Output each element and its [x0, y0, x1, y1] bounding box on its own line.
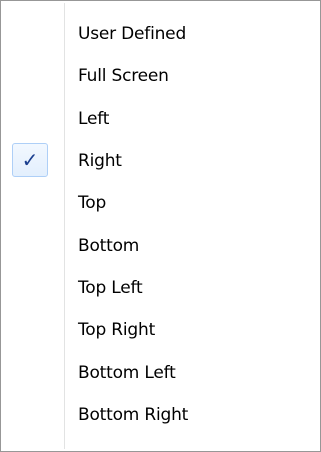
- menu-item-label: User Defined: [78, 23, 187, 44]
- menu-item-label: Full Screen: [78, 65, 169, 86]
- menu-item-top-right[interactable]: Top Right: [4, 309, 317, 350]
- menu-item-top-left[interactable]: Top Left: [4, 267, 317, 308]
- menu-item-label: Top: [78, 192, 107, 213]
- menu-item-label: Right: [78, 150, 122, 171]
- menu-item-label: Left: [78, 108, 110, 129]
- checkmark-icon: ✓: [21, 148, 39, 172]
- menu-item-bottom-left[interactable]: Bottom Left: [4, 352, 317, 393]
- context-menu: User Defined Full Screen Left ✓ Right To…: [0, 0, 321, 452]
- menu-item-full-screen[interactable]: Full Screen: [4, 55, 317, 96]
- menu-item-label: Top Right: [78, 319, 156, 340]
- menu-item-left[interactable]: Left: [4, 98, 317, 139]
- menu-item-label: Bottom: [78, 235, 140, 256]
- menu-item-bottom[interactable]: Bottom: [4, 225, 317, 266]
- menu-item-bottom-right[interactable]: Bottom Right: [4, 394, 317, 435]
- checkmark-box: ✓: [12, 143, 48, 177]
- menu-item-right[interactable]: ✓ Right: [4, 140, 317, 181]
- menu-item-user-defined[interactable]: User Defined: [4, 13, 317, 54]
- menu-item-label: Bottom Right: [78, 404, 189, 425]
- menu-item-label: Top Left: [78, 277, 143, 298]
- menu-item-top[interactable]: Top: [4, 182, 317, 223]
- menu-item-label: Bottom Left: [78, 362, 176, 383]
